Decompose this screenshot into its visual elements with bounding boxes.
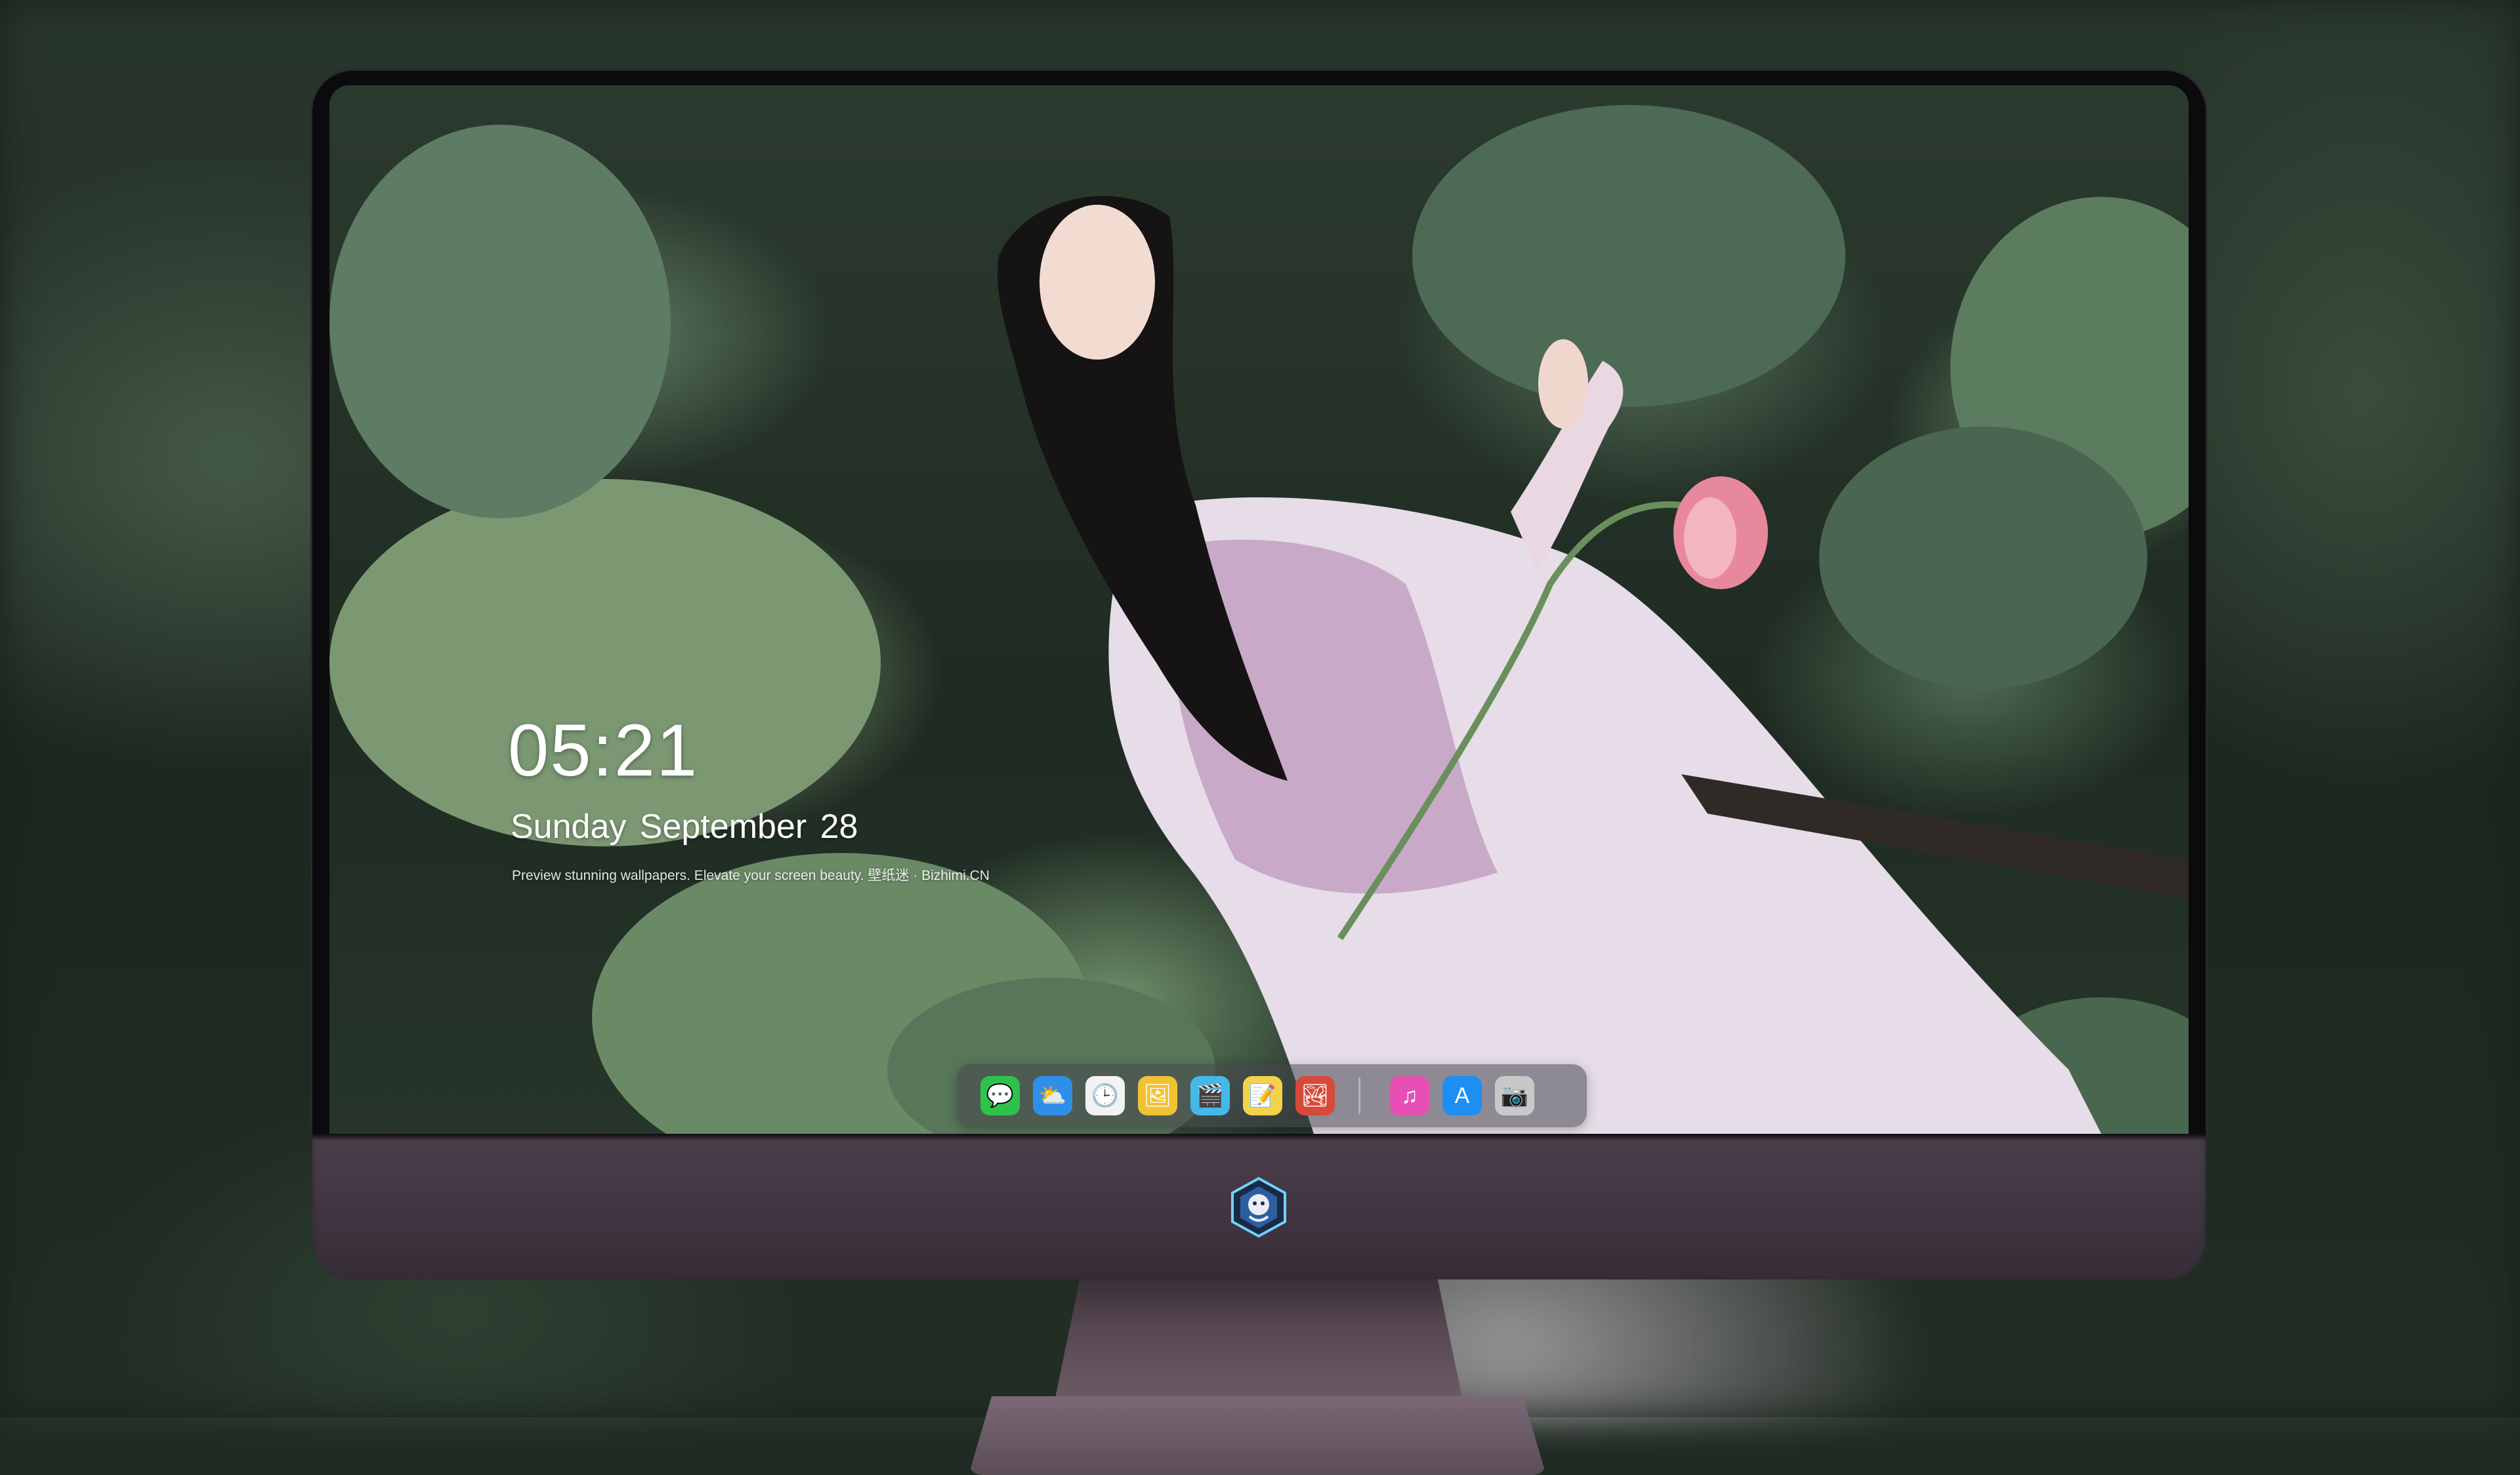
clips-icon[interactable]: 🎬 xyxy=(1190,1076,1230,1115)
camera-icon[interactable]: 📷 xyxy=(1495,1076,1534,1115)
clock-glyph: 🕒 xyxy=(1091,1083,1120,1108)
monitor: 05:21 Sunday September 28 Preview stunni… xyxy=(312,71,2206,1475)
preview-icon[interactable]: 🖼 xyxy=(1138,1076,1177,1115)
app-store-glyph: A xyxy=(1454,1083,1470,1108)
lock-screen[interactable]: 05:21 Sunday September 28 Preview stunni… xyxy=(329,85,2189,1134)
preview-glyph: 🖼 xyxy=(1143,1083,1172,1108)
monitor-stand xyxy=(1055,1279,1462,1398)
dock-separator xyxy=(1358,1077,1360,1114)
notes-icon[interactable]: 📝 xyxy=(1243,1076,1282,1115)
notes-glyph: 📝 xyxy=(1248,1083,1277,1108)
messages-glyph: 💬 xyxy=(986,1083,1015,1108)
brand-logo-icon xyxy=(1231,1176,1286,1238)
chin-edge xyxy=(312,1134,2206,1140)
monitor-foot xyxy=(969,1396,1546,1475)
wallpaper-caption: Preview stunning wallpapers. Elevate you… xyxy=(512,868,990,883)
monitor-bezel: 05:21 Sunday September 28 Preview stunni… xyxy=(312,71,2206,1147)
weather-glyph: ⛅ xyxy=(1038,1083,1067,1108)
music-icon[interactable]: ♫ xyxy=(1390,1076,1429,1115)
weather-icon[interactable]: ⛅ xyxy=(1033,1076,1072,1115)
clips-glyph: 🎬 xyxy=(1196,1083,1225,1108)
wallpaper-figure xyxy=(329,105,2189,1134)
clock-icon[interactable]: 🕒 xyxy=(1085,1076,1125,1115)
app-store-icon[interactable]: A xyxy=(1442,1076,1482,1115)
dock: 💬 ⛅ 🕒 🖼 🎬 📝 🏞 ♫ A 📷 xyxy=(957,1064,1587,1127)
camera-glyph: 📷 xyxy=(1500,1083,1529,1108)
lock-screen-date: Sunday September 28 xyxy=(511,808,858,846)
messages-icon[interactable]: 💬 xyxy=(980,1076,1020,1115)
music-glyph: ♫ xyxy=(1401,1083,1418,1108)
photo-booth-icon[interactable]: 🏞 xyxy=(1295,1076,1335,1115)
lock-screen-time: 05:21 xyxy=(508,709,699,791)
photo-booth-glyph: 🏞 xyxy=(1301,1083,1330,1108)
